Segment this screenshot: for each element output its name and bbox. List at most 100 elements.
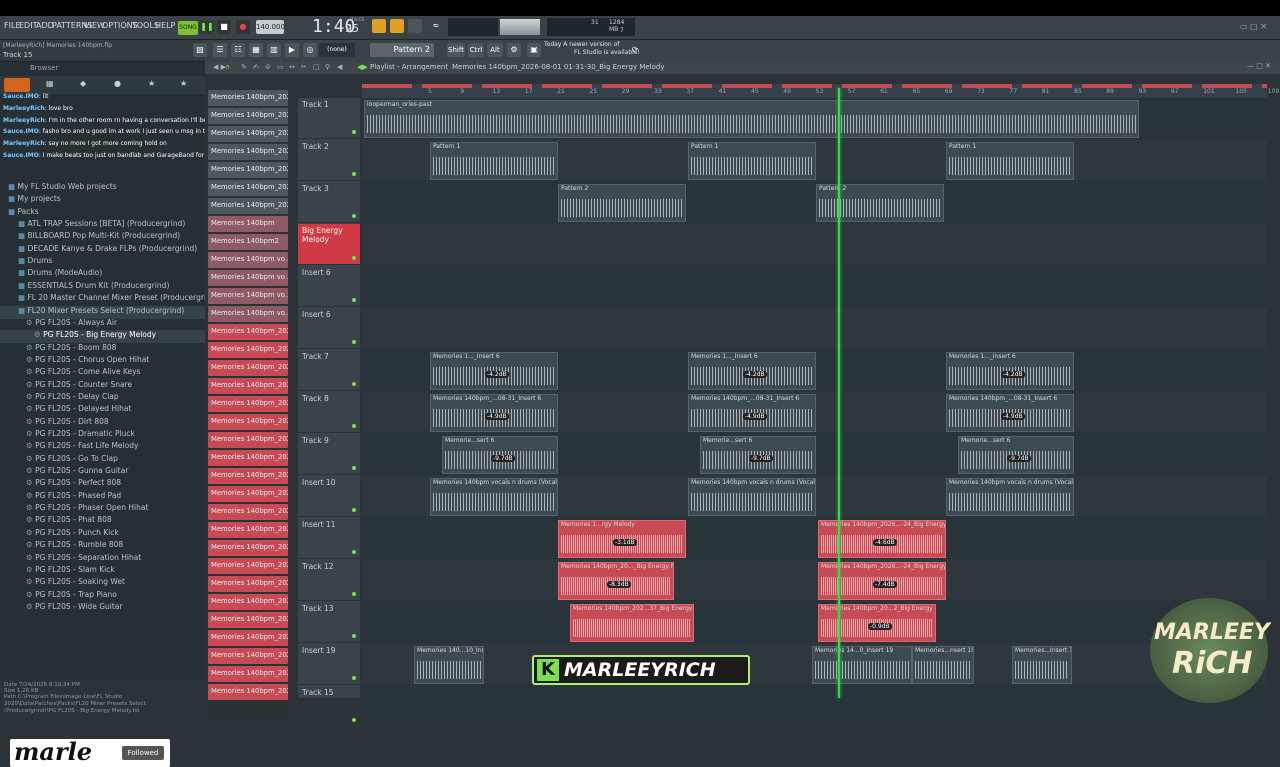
audio-clip[interactable]: Memories 14...0_Insert 19	[812, 646, 912, 684]
browser-item[interactable]: ■ My FL Studio Web projects	[0, 182, 205, 195]
track-mute-led[interactable]	[352, 508, 356, 512]
audio-clip[interactable]: Memories...Insert 19	[1012, 646, 1072, 684]
window-controls[interactable]: ▭ □ ✕	[1240, 22, 1267, 31]
track-mute-led[interactable]	[352, 172, 356, 176]
audio-clip[interactable]: Memories 140bpm_20..._Big Energy Melody -…	[558, 562, 674, 600]
track-row[interactable]	[362, 518, 1267, 559]
picker-clip[interactable]: Memories 140bpm_2026-...	[208, 360, 288, 376]
picker-clip[interactable]: Memories 140bpm_2026-...	[208, 666, 288, 682]
browser-item[interactable]: ⚙ PG FL20S - Come Alive Keys	[0, 367, 205, 380]
browser-item[interactable]: ⚙ PG FL20S - Big Energy Melody	[0, 330, 205, 344]
picker-clip[interactable]: Memories 140bpm_2026-...	[208, 144, 288, 160]
browser-item[interactable]: ⚙ PG FL20S - Trap Piano	[0, 590, 205, 603]
picker-clip[interactable]: Memories 140bpm_2026-...	[208, 378, 288, 394]
slice-tool-icon[interactable]: ✂	[301, 63, 307, 71]
audio-clip[interactable]: Memories 140bpm vocals n drums (Vocals)	[688, 478, 816, 516]
track-header[interactable]: Insert 6	[298, 266, 360, 307]
select-tool-icon[interactable]: □	[313, 63, 320, 71]
browser-item[interactable]: ⚙ PG FL20S - Gunna Guitar	[0, 466, 205, 479]
browser-item[interactable]: ■ Drums	[0, 256, 205, 269]
playback-tool-icon[interactable]: ◀	[337, 63, 342, 71]
track-mute-led[interactable]	[352, 340, 356, 344]
track-row[interactable]	[362, 308, 1267, 349]
audio-clip[interactable]: Pattern 1	[946, 142, 1074, 180]
track-header[interactable]: Track 9	[298, 434, 360, 475]
menu-edit[interactable]: EDIT	[19, 21, 37, 30]
audio-clip[interactable]: Memories 140bpm_...08-31_Insert 6 -4.9dB	[946, 394, 1074, 432]
metronome-button[interactable]	[372, 19, 386, 33]
browser-item[interactable]: ⚙ PG FL20S - Perfect 808	[0, 478, 205, 491]
track-header[interactable]: Track 13	[298, 602, 360, 643]
tempo-display[interactable]: 140.000	[256, 20, 285, 34]
play-button[interactable]: ❚❚	[200, 20, 214, 34]
track-header[interactable]: Big Energy Melody	[298, 224, 360, 265]
browser-item[interactable]: ⚙ PG FL20S - Boom 808	[0, 343, 205, 356]
browser-item[interactable]: ⚙ PG FL20S - Go To Clap	[0, 454, 205, 467]
picker-clip[interactable]: Memories 140bpm_2026-...	[208, 504, 288, 520]
browser-item[interactable]: ■ DECADE Kanye & Drake FLPs (Producergri…	[0, 244, 205, 257]
browser-item[interactable]: ⚙ PG FL20S - Counter Snare	[0, 380, 205, 393]
audio-clip[interactable]: Pattern 2	[558, 184, 686, 222]
audio-clip[interactable]: Memorie...sert 6 -9.7dB	[958, 436, 1074, 474]
browser-item[interactable]: ■ Drums (ModeAudio)	[0, 268, 205, 281]
track-row[interactable]	[362, 602, 1267, 643]
track-header[interactable]: Insert 19	[298, 644, 360, 685]
audio-clip[interactable]: Memorie...sert 6 -9.7dB	[700, 436, 816, 474]
countdown-button[interactable]	[390, 19, 404, 33]
picker-clip[interactable]: Memories 140bpm_2026-...	[208, 522, 288, 538]
browser-item[interactable]: ⚙ PG FL20S - Chorus Open Hihat	[0, 355, 205, 368]
audio-clip[interactable]: Pattern 1	[430, 142, 558, 180]
mute-tool-icon[interactable]: ▭	[277, 63, 284, 71]
alt-button[interactable]: Alt	[487, 43, 503, 57]
menu-file[interactable]: FILE	[4, 21, 20, 30]
stop-button[interactable]: ■	[217, 20, 231, 34]
picker-clip[interactable]: Memories 140bpm_2026-...	[208, 342, 288, 358]
browser-tab-project-icon[interactable]: ▦	[46, 79, 54, 88]
browser-tab-fav-icon[interactable]: ★	[180, 79, 187, 88]
track-row[interactable]	[362, 266, 1267, 307]
news-line-1[interactable]: Today A newer version of	[544, 41, 619, 48]
picker-clip[interactable]: Memories 140bpm_2026-...	[208, 180, 288, 196]
track-row[interactable]	[362, 182, 1267, 223]
track-header[interactable]: Track 1	[298, 98, 360, 139]
pattern-none-selector[interactable]: (none)	[319, 43, 355, 57]
browser-item[interactable]: ⚙ PG FL20S - Fast Life Melody	[0, 441, 205, 454]
audio-clip[interactable]: looperman_ories-past	[364, 100, 1139, 138]
browser-item[interactable]: ⚙ PG FL20S - Phased Pad	[0, 491, 205, 504]
picker-clip[interactable]: Memories 140bpm_2026-...	[208, 594, 288, 610]
track-row[interactable]	[362, 686, 1267, 727]
track-header[interactable]: Insert 6	[298, 308, 360, 349]
shop-icon[interactable]: ▣	[527, 43, 541, 57]
loop-record-button[interactable]	[408, 19, 422, 33]
picker-clip[interactable]: Memories 140bpm_2026-...	[208, 468, 288, 484]
track-mute-led[interactable]	[352, 298, 356, 302]
browser-tab-search-icon[interactable]: ●	[114, 79, 121, 88]
picker-clip[interactable]: Memories 140bpm	[208, 216, 288, 232]
picker-clip[interactable]: Memories 140bpm_2026-...	[208, 612, 288, 628]
menu-help[interactable]: HELP	[155, 21, 175, 30]
picker-clip[interactable]: Memories 140bpm_2026-...	[208, 396, 288, 412]
picker-clip[interactable]: Memories 140bpm_2026-...	[208, 126, 288, 142]
song-mode-toggle[interactable]: SONG	[178, 21, 198, 35]
browser-item[interactable]: ⚙ PG FL20S - Punch Kick	[0, 528, 205, 541]
browser-item[interactable]: ⚙ PG FL20S - Phat 808	[0, 515, 205, 528]
plugin-icon[interactable]: ▶	[285, 43, 299, 57]
picker-clip[interactable]: Memories 140bpm_2026-...	[208, 684, 288, 700]
audio-clip[interactable]: Memorie...sert 6 -9.7dB	[442, 436, 558, 474]
pattern-selector[interactable]: Pattern 2	[370, 43, 434, 57]
magnet-icon[interactable]: ∩	[225, 63, 230, 71]
snap-icon[interactable]: ▧	[193, 43, 207, 57]
picker-clip[interactable]: Memories 140bpm_2026-...	[208, 432, 288, 448]
browser-item[interactable]: ⚙ PG FL20S - Wide Guitar	[0, 602, 205, 615]
picker-clip[interactable]: Memories 140bpm_2026-...	[208, 450, 288, 466]
browser-tab-starred-icon[interactable]: ★	[148, 79, 155, 88]
picker-clip[interactable]: Memories 140bpm_2026-...	[208, 486, 288, 502]
browser-item[interactable]: ■ FL20 Mixer Presets Select (Producergri…	[0, 305, 205, 319]
piano-roll-icon[interactable]: ☷	[231, 43, 245, 57]
gear-icon[interactable]: ⚙	[507, 43, 521, 57]
track-header[interactable]: Track 3	[298, 182, 360, 223]
audio-clip[interactable]: Memories 140bpm vocals n drums (Vocals)	[946, 478, 1074, 516]
picker-clip[interactable]: Memories 140bpm_2026-...	[208, 540, 288, 556]
audio-clip[interactable]: Memories 140bpm_...08-31_Insert 6 -4.9dB	[688, 394, 816, 432]
track-mute-led[interactable]	[352, 130, 356, 134]
